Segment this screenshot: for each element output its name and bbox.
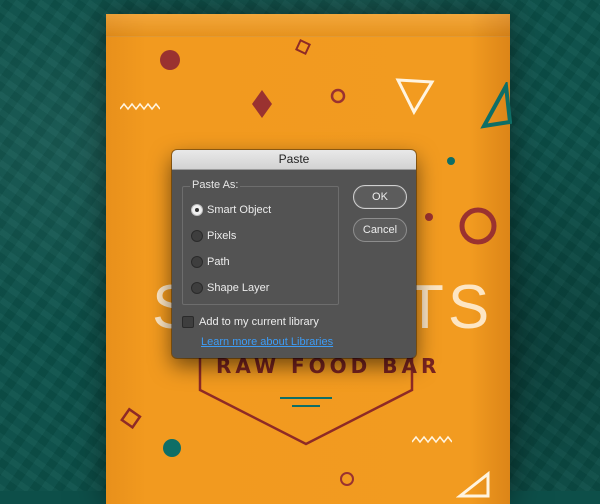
radio-pixels[interactable]: Pixels xyxy=(191,230,236,242)
white-zigzag-lower xyxy=(412,435,452,444)
cancel-button[interactable]: Cancel xyxy=(353,218,407,242)
maroon-ring xyxy=(330,88,346,104)
add-to-library-checkbox[interactable] xyxy=(182,316,194,328)
maroon-diamond-lower xyxy=(120,407,142,430)
white-triangle-outline xyxy=(395,78,435,116)
maroon-dot-small xyxy=(425,213,433,221)
package-headline-right: TS xyxy=(406,273,494,342)
radio-label-smart-object: Smart Object xyxy=(207,204,272,216)
white-triangle-lower xyxy=(456,470,490,498)
maroon-ring-small xyxy=(340,472,354,486)
radio-label-path: Path xyxy=(207,256,230,268)
teal-triangle-outline xyxy=(480,82,512,129)
maroon-dot xyxy=(160,50,180,70)
radio-button[interactable] xyxy=(191,282,203,294)
dialog-title: Paste xyxy=(172,150,416,170)
radio-smart-object[interactable]: Smart Object xyxy=(191,204,271,216)
radio-button[interactable] xyxy=(191,256,203,268)
maroon-diamond xyxy=(252,90,272,118)
add-to-library-option[interactable]: Add to my current library xyxy=(182,316,319,328)
teal-dot xyxy=(163,439,181,457)
radio-label-shape-layer: Shape Layer xyxy=(207,282,270,294)
white-zigzag xyxy=(120,102,160,111)
radio-button-selected[interactable] xyxy=(191,204,203,216)
paste-dialog: Paste Paste As: Smart Object Pixels Path… xyxy=(172,150,416,358)
paste-as-label: Paste As: xyxy=(190,179,241,191)
radio-button[interactable] xyxy=(191,230,203,242)
maroon-diamond-outline xyxy=(295,39,311,55)
ok-button[interactable]: OK xyxy=(353,185,407,209)
radio-shape-layer[interactable]: Shape Layer xyxy=(191,282,269,294)
radio-label-pixels: Pixels xyxy=(207,230,237,242)
maroon-ring-large xyxy=(459,207,497,245)
add-to-library-label: Add to my current library xyxy=(199,316,319,328)
teal-dot-small xyxy=(447,157,455,165)
learn-more-libraries-link[interactable]: Learn more about Libraries xyxy=(201,336,333,348)
radio-path[interactable]: Path xyxy=(191,256,230,268)
